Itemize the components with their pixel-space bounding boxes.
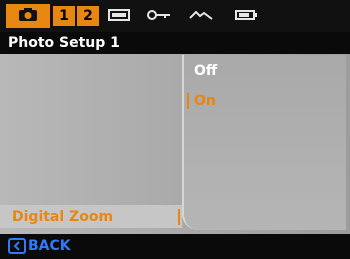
camera-menu-screen: 1 2 Photo Setup 1 Digital Zoom Off On BA… [0,0,350,259]
tab-wave[interactable] [186,4,216,28]
tab-screen[interactable] [106,4,132,28]
tab-2[interactable]: 2 [77,6,99,26]
camera-icon [18,7,38,26]
waveform-icon [188,7,214,26]
key-icon [146,7,172,26]
back-button[interactable]: BACK [28,238,71,254]
menu-item-digital-zoom[interactable]: Digital Zoom [0,205,182,228]
tab-1-label: 1 [59,8,69,24]
tab-bar: 1 2 [0,0,350,32]
battery-icon [234,7,260,26]
tab-2-label: 2 [83,8,93,24]
screen-icon [108,7,130,26]
left-arrow-icon[interactable] [8,238,26,254]
options-panel: Off On [182,55,346,230]
tab-key[interactable] [144,4,174,28]
option-cursor [187,93,189,109]
tab-camera[interactable] [6,4,50,28]
menu-item-label: Digital Zoom [12,209,114,225]
footer-bar: BACK [0,234,350,259]
page-title: Photo Setup 1 [0,32,350,54]
option-on[interactable]: On [194,93,216,109]
option-off[interactable]: Off [194,63,217,79]
tab-battery[interactable] [232,4,262,28]
selection-marker [178,209,180,225]
tab-1[interactable]: 1 [53,6,75,26]
